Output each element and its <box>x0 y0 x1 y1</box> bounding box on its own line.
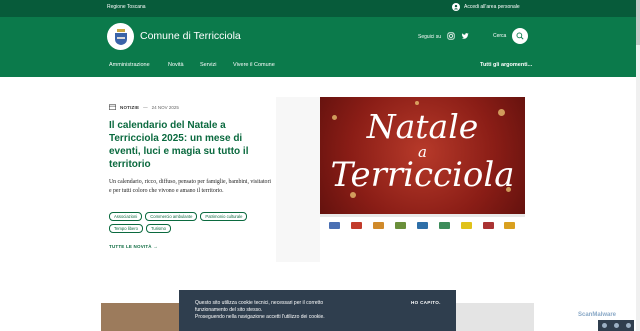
sponsor-logo <box>416 222 428 229</box>
tag-turismo[interactable]: Turismo <box>145 224 171 233</box>
sponsor-logos <box>320 214 525 234</box>
user-icon <box>452 3 460 11</box>
site-title[interactable]: Comune di Terricciola <box>140 30 241 42</box>
instagram-icon[interactable] <box>447 32 455 42</box>
toolbar-icon[interactable] <box>601 323 607 328</box>
article-summary: Un calendario, ricco, diffuso, pensato p… <box>109 179 271 194</box>
sponsor-logo <box>460 222 472 229</box>
login-label: Accedi all'area personale <box>464 4 520 10</box>
tag-patrimonio-culturale[interactable]: Patrimonio culturale <box>200 212 248 221</box>
toolbar-icon[interactable] <box>613 323 619 328</box>
article-date: 24 NOV 2025 <box>151 105 179 110</box>
next-card-image[interactable] <box>101 303 179 331</box>
nav-item-servizi[interactable]: Servizi <box>200 62 233 68</box>
poster-title-line3: Terricciola <box>330 155 515 195</box>
sponsor-logo <box>504 222 516 229</box>
region-link[interactable]: Regione Toscana <box>107 4 146 10</box>
cookie-accept-button[interactable]: HO CAPITO. <box>411 300 441 305</box>
cookie-text-line: funzionamento del sito stesso. <box>195 307 263 313</box>
toolbar-icon[interactable] <box>625 323 631 328</box>
coat-of-arms-icon <box>114 28 127 45</box>
sponsor-logo <box>351 222 363 229</box>
article-tags: Associazioni Commercio ambulante Patrimo… <box>109 212 259 233</box>
poster-title-line1: Natale <box>366 107 479 146</box>
sponsor-logo <box>329 222 341 229</box>
search-icon <box>516 32 524 40</box>
main-nav: Amministrazione Novità Servizi Vivere il… <box>109 62 275 68</box>
calendar-icon <box>109 104 116 111</box>
nav-item-novita[interactable]: Novità <box>168 62 200 68</box>
sponsor-logo <box>373 222 385 229</box>
article-title[interactable]: Il calendario del Natale a Terricciola 2… <box>109 119 264 171</box>
nav-item-vivere-il-comune[interactable]: Vivere il Comune <box>233 62 275 68</box>
all-news-label: TUTTE LE NOVITÀ <box>109 244 152 249</box>
top-bar: Regione Toscana Accedi all'area personal… <box>0 0 640 17</box>
accessibility-toolbar[interactable] <box>598 320 634 331</box>
nav-item-amministrazione[interactable]: Amministrazione <box>109 62 168 68</box>
sponsor-logo <box>438 222 450 229</box>
search-button[interactable] <box>512 28 529 44</box>
cookie-banner: Questo sito utilizza cookie tecnici, nec… <box>179 290 456 331</box>
site-header: Comune di Terricciola Seguici su Cerca A… <box>0 17 640 77</box>
cookie-text-line: Proseguendo nella navigazione accetti l'… <box>195 314 325 320</box>
tag-tempo-libero[interactable]: Tempo libero <box>109 224 143 233</box>
cookie-text-line: Questo sito utilizza cookie tecnici, nec… <box>195 300 324 306</box>
article-category[interactable]: NOTIZIE <box>120 105 139 110</box>
all-news-link[interactable]: TUTTE LE NOVITÀ → <box>109 244 158 249</box>
all-topics-link[interactable]: Tutti gli argomenti... <box>480 62 532 68</box>
twitter-icon[interactable] <box>461 32 469 42</box>
tag-commercio-ambulante[interactable]: Commercio ambulante <box>145 212 198 221</box>
scanner-watermark: ScanMalware <box>578 312 617 318</box>
next-card-image[interactable] <box>456 303 534 331</box>
sponsor-logo <box>395 222 407 229</box>
social-links: Seguici su <box>418 32 469 42</box>
article-meta: NOTIZIE — 24 NOV 2025 <box>109 104 179 111</box>
social-label: Seguici su <box>418 34 442 40</box>
municipality-logo[interactable] <box>107 23 134 50</box>
cookie-text: Questo sito utilizza cookie tecnici, nec… <box>195 300 355 321</box>
tag-associazioni[interactable]: Associazioni <box>109 212 143 221</box>
search-label: Cerca <box>493 33 507 39</box>
article-date-separator: — <box>143 105 148 110</box>
scrollbar[interactable] <box>636 0 640 331</box>
bokeh-light <box>415 101 419 105</box>
content-background <box>276 97 320 262</box>
sponsor-logo <box>482 222 494 229</box>
login-button[interactable]: Accedi all'area personale <box>452 3 520 11</box>
arrow-right-icon: → <box>153 244 158 249</box>
scrollbar-thumb[interactable] <box>636 0 640 45</box>
search-area: Cerca <box>493 28 529 44</box>
